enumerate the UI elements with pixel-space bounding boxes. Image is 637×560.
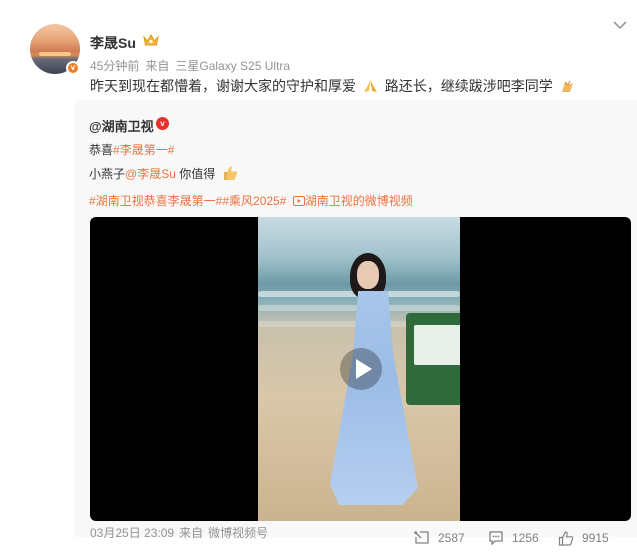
chevron-down-icon[interactable]: [613, 20, 627, 30]
video-source-link[interactable]: 湖南卫视的微博视频: [305, 194, 413, 208]
repost-line1-prefix: 恭喜: [89, 143, 114, 157]
comment-icon: [489, 531, 503, 545]
mention-link[interactable]: @李晟Su: [125, 167, 176, 181]
play-button[interactable]: [340, 348, 382, 390]
repost-date[interactable]: 03月25日 23:09: [90, 526, 174, 540]
post-time[interactable]: 45分钟前: [90, 59, 139, 73]
thumbs-up-emoji-icon: [223, 166, 237, 180]
repost-line3: #湖南卫视恭喜李晟第一##乘风2025# 湖南卫视的微博视频: [89, 192, 413, 209]
repost-source: 微博视频号: [208, 526, 269, 540]
post-meta: 45分钟前 来自 三星Galaxy S25 Ultra: [90, 57, 296, 74]
repost-count: 2587: [438, 531, 465, 545]
clap-emoji-icon: [561, 80, 573, 92]
post-header: v 李晟Su 45分钟前 来自 三星Galaxy S25 Ultra 昨天到现在都懵…: [0, 0, 637, 100]
repost-action[interactable]: 2587: [414, 529, 465, 547]
verified-badge-icon: v: [66, 61, 80, 75]
post-text-part2: 路还长，继续跋涉吧李同学: [384, 78, 553, 94]
repost-line2-prefix: 小燕子: [89, 167, 126, 181]
source-device: 三星Galaxy S25 Ultra: [175, 59, 291, 73]
repost-footer: 03月25日 23:09 来自 微博视频号: [90, 524, 273, 541]
repost-line2: 小燕子@李晟Su 你值得: [89, 165, 238, 182]
like-count: 9915: [582, 531, 609, 545]
share-icon: [414, 531, 429, 544]
repost-line2-suffix: 你值得: [179, 167, 216, 181]
comment-action[interactable]: 1256: [488, 529, 539, 547]
like-icon: [558, 530, 574, 546]
play-icon: [356, 359, 372, 379]
hashtags-link[interactable]: #湖南卫视恭喜李晟第一##乘风2025#: [89, 194, 286, 208]
repost-source-prefix: 来自: [179, 526, 204, 540]
video-player[interactable]: [90, 217, 631, 521]
pray-emoji-icon: [363, 80, 377, 92]
comment-count: 1256: [512, 531, 539, 545]
repost-card[interactable]: @湖南卫视 v 恭喜#李晟第一# 小燕子@李晟Su 你值得 #湖南卫视恭喜李晟第…: [75, 100, 637, 537]
post-text: 昨天到现在都懵着，谢谢大家的守护和厚爱 路还长，继续跋涉吧李同学: [90, 76, 578, 96]
repost-username[interactable]: @湖南卫视: [89, 116, 154, 135]
username[interactable]: 李晟Su: [90, 33, 136, 53]
red-verified-badge-icon: v: [156, 117, 169, 130]
like-action[interactable]: 9915: [558, 529, 609, 547]
crown-icon: [143, 34, 159, 46]
video-link-icon: [292, 196, 305, 206]
hashtag-link[interactable]: #李晟第一#: [113, 143, 174, 157]
source-prefix: 来自: [145, 59, 170, 73]
repost-line1: 恭喜#李晟第一#: [89, 141, 174, 158]
post-text-part1: 昨天到现在都懵着，谢谢大家的守护和厚爱: [90, 78, 356, 94]
